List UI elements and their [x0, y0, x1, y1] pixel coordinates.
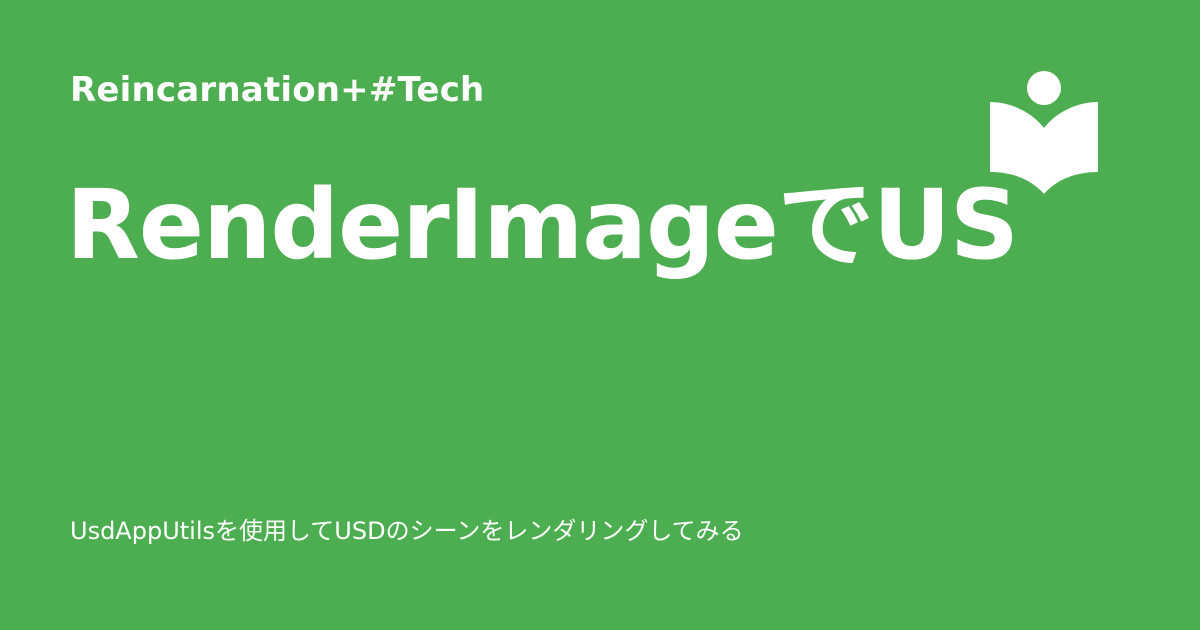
article-description: UsdAppUtilsを使用してUSDのシーンをレンダリングしてみる	[70, 517, 744, 545]
article-title: RenderImageでUS	[66, 169, 1019, 281]
site-name: Reincarnation+#Tech	[70, 70, 485, 110]
reading-person-book-icon	[988, 70, 1100, 196]
og-card: Reincarnation+#Tech RenderImageでUS UsdAp…	[0, 0, 1200, 630]
